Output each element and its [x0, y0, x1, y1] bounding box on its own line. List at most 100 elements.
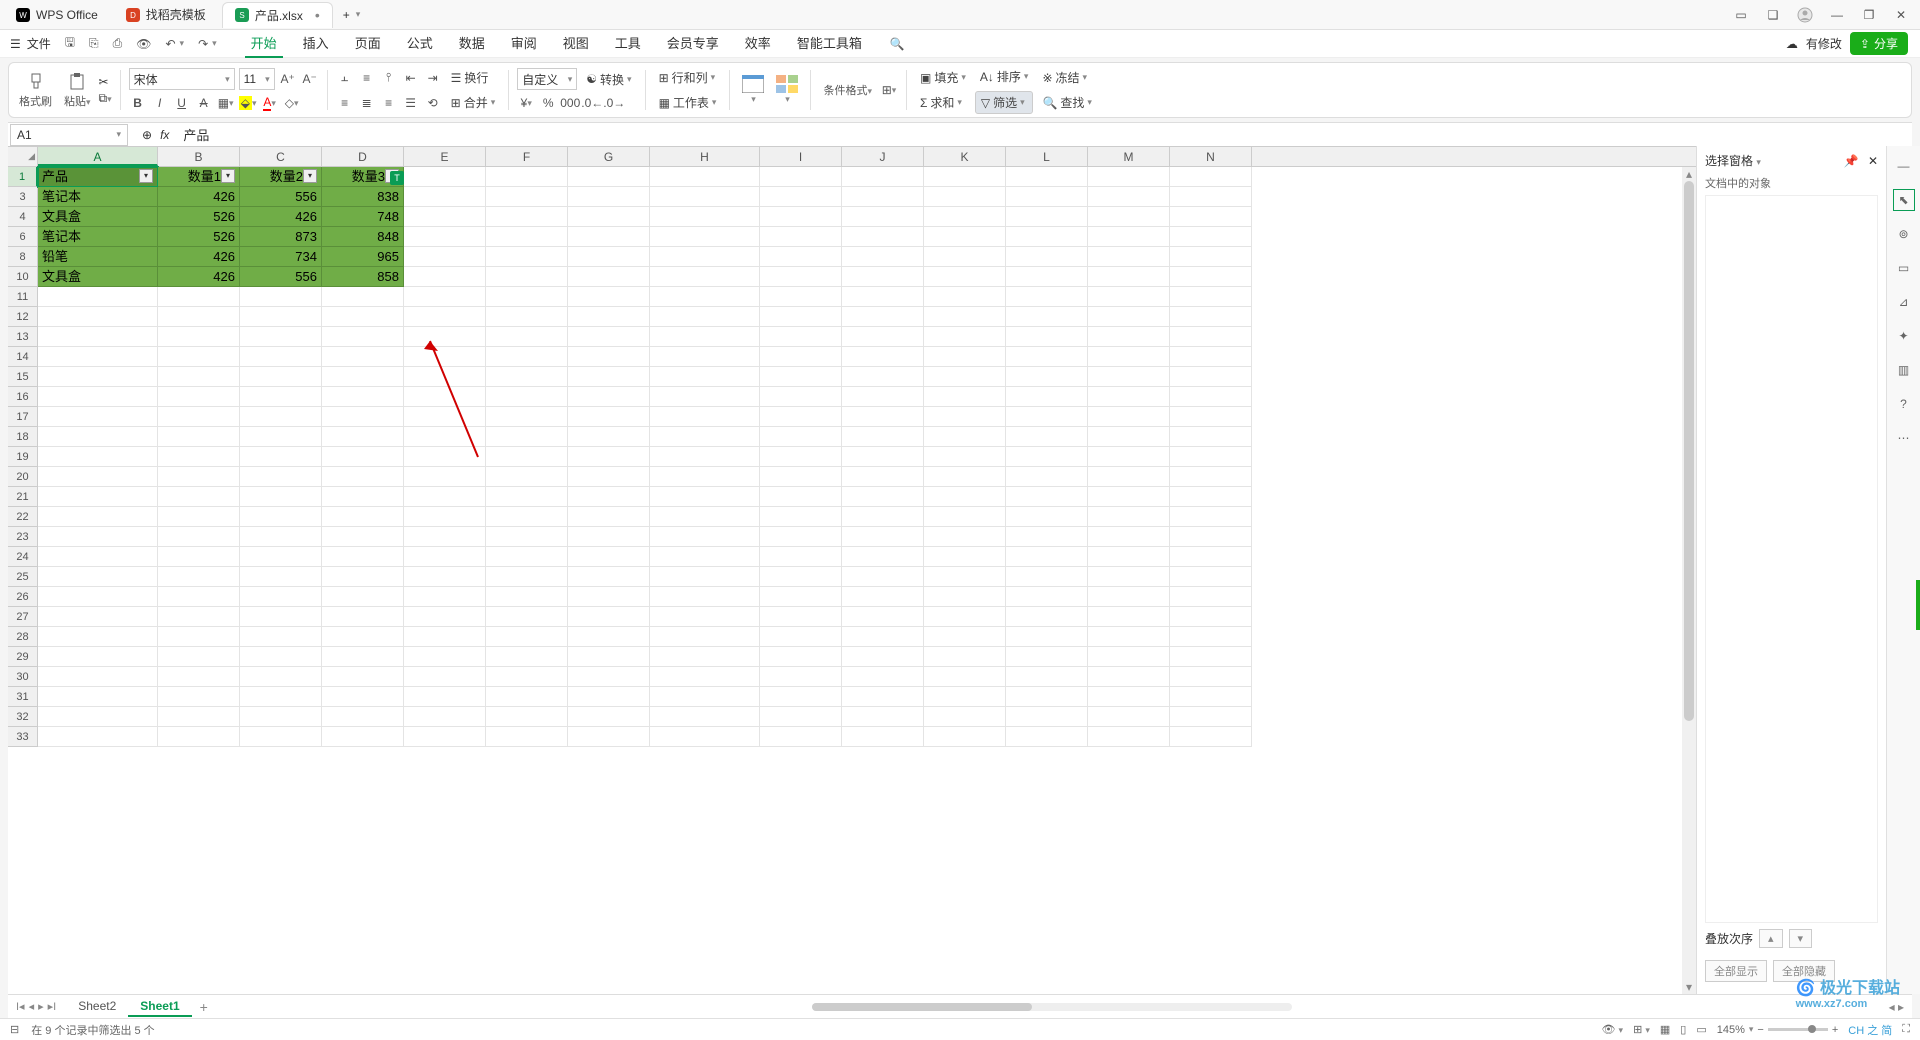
cell[interactable]	[240, 387, 322, 407]
cell[interactable]	[568, 587, 650, 607]
cell[interactable]	[1170, 667, 1252, 687]
col-header[interactable]: I	[760, 147, 842, 166]
col-header[interactable]: G	[568, 147, 650, 166]
cell[interactable]	[650, 407, 760, 427]
sum-button[interactable]: Σ 求和▾	[915, 92, 971, 113]
cell[interactable]	[38, 287, 158, 307]
cell[interactable]: 526	[158, 207, 240, 227]
cell[interactable]	[568, 387, 650, 407]
cell[interactable]	[1006, 727, 1088, 747]
menu-tab-3[interactable]: 公式	[401, 29, 439, 58]
cell[interactable]	[404, 527, 486, 547]
cell[interactable]	[38, 407, 158, 427]
cell[interactable]	[924, 467, 1006, 487]
cell[interactable]	[1170, 567, 1252, 587]
cell[interactable]	[240, 527, 322, 547]
cell[interactable]	[158, 327, 240, 347]
cell[interactable]	[38, 607, 158, 627]
cell[interactable]	[404, 507, 486, 527]
row-header[interactable]: 10	[8, 267, 38, 287]
cell[interactable]	[1006, 607, 1088, 627]
cell[interactable]	[158, 287, 240, 307]
cell[interactable]	[650, 487, 760, 507]
sheet-prev-icon[interactable]: ◂	[29, 1000, 35, 1013]
cell[interactable]	[404, 247, 486, 267]
cell[interactable]	[1006, 387, 1088, 407]
cell[interactable]	[760, 387, 842, 407]
cell[interactable]	[924, 367, 1006, 387]
cell[interactable]	[38, 347, 158, 367]
cell[interactable]	[568, 307, 650, 327]
h-scrollbar[interactable]	[812, 1003, 1292, 1011]
col-header[interactable]: J	[842, 147, 924, 166]
align-right-icon[interactable]: ≡	[380, 94, 398, 112]
cell[interactable]	[1170, 207, 1252, 227]
cell[interactable]	[158, 687, 240, 707]
user-icon[interactable]	[1796, 6, 1814, 24]
decimal-dec-icon[interactable]: .0→	[605, 94, 623, 112]
cell[interactable]	[486, 727, 568, 747]
view-break-icon[interactable]: ▭	[1696, 1023, 1706, 1036]
cell[interactable]	[924, 627, 1006, 647]
cell[interactable]: 笔记本	[38, 187, 158, 207]
sort-button[interactable]: A↓ 排序▾	[975, 66, 1034, 87]
more-strip-icon[interactable]: ⋯	[1894, 428, 1914, 448]
cell[interactable]	[1006, 427, 1088, 447]
cell[interactable]	[842, 547, 924, 567]
cell[interactable]: 848	[322, 227, 404, 247]
cell[interactable]	[1088, 707, 1170, 727]
cell[interactable]	[924, 667, 1006, 687]
cell[interactable]	[1088, 447, 1170, 467]
cell[interactable]	[1170, 627, 1252, 647]
cell[interactable]	[924, 187, 1006, 207]
find-button[interactable]: 🔍 查找▾	[1037, 92, 1097, 113]
cell[interactable]	[322, 487, 404, 507]
cell[interactable]	[486, 547, 568, 567]
fx-icon[interactable]: fx	[160, 128, 169, 142]
cell[interactable]	[1088, 607, 1170, 627]
cell[interactable]	[924, 307, 1006, 327]
col-header[interactable]: B	[158, 147, 240, 166]
cell[interactable]	[1170, 467, 1252, 487]
cell[interactable]	[38, 487, 158, 507]
cell[interactable]	[842, 307, 924, 327]
cell[interactable]	[158, 347, 240, 367]
cell[interactable]	[568, 367, 650, 387]
cell[interactable]	[568, 287, 650, 307]
cell[interactable]	[1006, 687, 1088, 707]
cell[interactable]	[38, 667, 158, 687]
cell[interactable]	[38, 647, 158, 667]
move-up-button[interactable]: ▴	[1759, 929, 1783, 948]
cell[interactable]	[158, 507, 240, 527]
filter-dropdown-icon[interactable]: ▾	[303, 169, 317, 183]
cell-style-group[interactable]: ▾	[772, 75, 802, 105]
cell[interactable]: 965	[322, 247, 404, 267]
cell[interactable]	[158, 307, 240, 327]
sheet-tab[interactable]: Sheet1	[128, 997, 191, 1017]
cell[interactable]	[486, 587, 568, 607]
filter-button[interactable]: ▽ 筛选▾	[975, 91, 1034, 114]
comma-icon[interactable]: 000	[561, 94, 579, 112]
preview-icon[interactable]: 👁	[130, 34, 157, 54]
row-header[interactable]: 27	[8, 607, 38, 627]
cell[interactable]	[158, 447, 240, 467]
minimize-button[interactable]: —	[1828, 6, 1846, 24]
v-scrollbar[interactable]: ▴ ▾	[1682, 167, 1696, 994]
cells[interactable]: T 产品▾数量1▾数量2▾数量3▾笔记本426556838文具盒52642674…	[38, 167, 1252, 747]
cell[interactable]	[1006, 707, 1088, 727]
cell[interactable]	[842, 167, 924, 187]
col-header[interactable]: M	[1088, 147, 1170, 166]
cell[interactable]	[404, 307, 486, 327]
zoom-control[interactable]: 145%▾ − +	[1717, 1024, 1839, 1036]
cell[interactable]	[486, 527, 568, 547]
cell[interactable]	[322, 667, 404, 687]
cell[interactable]	[568, 567, 650, 587]
cell[interactable]	[650, 587, 760, 607]
undo-icon[interactable]: ↶▾	[159, 34, 190, 54]
sheet-first-icon[interactable]: I◂	[16, 1000, 25, 1013]
view-page-icon[interactable]: ▯	[1680, 1023, 1686, 1036]
cell[interactable]	[842, 447, 924, 467]
cell[interactable]	[760, 467, 842, 487]
cell[interactable]	[158, 547, 240, 567]
decrease-font-icon[interactable]: A⁻	[301, 70, 319, 88]
